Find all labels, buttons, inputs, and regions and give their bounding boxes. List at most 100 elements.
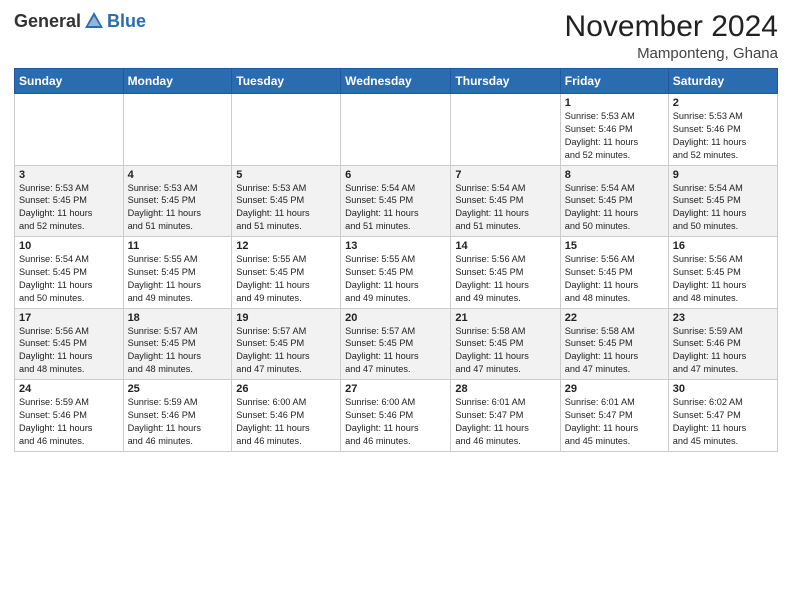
weekday-header: Monday: [123, 69, 232, 94]
logo-icon: [83, 10, 105, 32]
calendar-cell: 2Sunrise: 5:53 AM Sunset: 5:46 PM Daylig…: [668, 94, 777, 166]
day-number: 22: [565, 312, 664, 324]
day-info: Sunrise: 6:01 AM Sunset: 5:47 PM Dayligh…: [455, 396, 555, 448]
calendar-week-row: 3Sunrise: 5:53 AM Sunset: 5:45 PM Daylig…: [15, 165, 778, 237]
day-number: 12: [236, 240, 336, 252]
day-info: Sunrise: 5:57 AM Sunset: 5:45 PM Dayligh…: [345, 325, 446, 377]
day-info: Sunrise: 5:55 AM Sunset: 5:45 PM Dayligh…: [128, 253, 228, 305]
day-number: 8: [565, 169, 664, 181]
day-number: 1: [565, 97, 664, 109]
day-number: 3: [19, 169, 119, 181]
calendar-cell: 24Sunrise: 5:59 AM Sunset: 5:46 PM Dayli…: [15, 380, 124, 452]
day-info: Sunrise: 5:57 AM Sunset: 5:45 PM Dayligh…: [236, 325, 336, 377]
day-number: 20: [345, 312, 446, 324]
day-info: Sunrise: 5:54 AM Sunset: 5:45 PM Dayligh…: [565, 182, 664, 234]
day-number: 13: [345, 240, 446, 252]
day-info: Sunrise: 6:00 AM Sunset: 5:46 PM Dayligh…: [345, 396, 446, 448]
weekday-header: Thursday: [451, 69, 560, 94]
day-number: 27: [345, 383, 446, 395]
calendar-cell: 18Sunrise: 5:57 AM Sunset: 5:45 PM Dayli…: [123, 308, 232, 380]
day-number: 21: [455, 312, 555, 324]
calendar-week-row: 24Sunrise: 5:59 AM Sunset: 5:46 PM Dayli…: [15, 380, 778, 452]
calendar-cell: 22Sunrise: 5:58 AM Sunset: 5:45 PM Dayli…: [560, 308, 668, 380]
day-info: Sunrise: 5:55 AM Sunset: 5:45 PM Dayligh…: [236, 253, 336, 305]
calendar-cell: 11Sunrise: 5:55 AM Sunset: 5:45 PM Dayli…: [123, 237, 232, 309]
day-info: Sunrise: 5:54 AM Sunset: 5:45 PM Dayligh…: [673, 182, 773, 234]
calendar-cell: 14Sunrise: 5:56 AM Sunset: 5:45 PM Dayli…: [451, 237, 560, 309]
calendar-cell: 25Sunrise: 5:59 AM Sunset: 5:46 PM Dayli…: [123, 380, 232, 452]
calendar-cell: 23Sunrise: 5:59 AM Sunset: 5:46 PM Dayli…: [668, 308, 777, 380]
calendar-cell: [341, 94, 451, 166]
calendar-table: SundayMondayTuesdayWednesdayThursdayFrid…: [14, 68, 778, 452]
calendar-cell: 13Sunrise: 5:55 AM Sunset: 5:45 PM Dayli…: [341, 237, 451, 309]
day-info: Sunrise: 5:53 AM Sunset: 5:45 PM Dayligh…: [19, 182, 119, 234]
day-number: 19: [236, 312, 336, 324]
day-number: 23: [673, 312, 773, 324]
day-number: 25: [128, 383, 228, 395]
calendar-cell: 3Sunrise: 5:53 AM Sunset: 5:45 PM Daylig…: [15, 165, 124, 237]
calendar-cell: 4Sunrise: 5:53 AM Sunset: 5:45 PM Daylig…: [123, 165, 232, 237]
calendar-cell: 19Sunrise: 5:57 AM Sunset: 5:45 PM Dayli…: [232, 308, 341, 380]
calendar-cell: 8Sunrise: 5:54 AM Sunset: 5:45 PM Daylig…: [560, 165, 668, 237]
weekday-header: Sunday: [15, 69, 124, 94]
day-number: 11: [128, 240, 228, 252]
day-number: 30: [673, 383, 773, 395]
page: General Blue November 2024 Mamponteng, G…: [0, 0, 792, 612]
day-info: Sunrise: 6:00 AM Sunset: 5:46 PM Dayligh…: [236, 396, 336, 448]
day-info: Sunrise: 5:53 AM Sunset: 5:46 PM Dayligh…: [673, 110, 773, 162]
calendar-cell: 30Sunrise: 6:02 AM Sunset: 5:47 PM Dayli…: [668, 380, 777, 452]
calendar-cell: 21Sunrise: 5:58 AM Sunset: 5:45 PM Dayli…: [451, 308, 560, 380]
calendar-week-row: 10Sunrise: 5:54 AM Sunset: 5:45 PM Dayli…: [15, 237, 778, 309]
title-block: November 2024 Mamponteng, Ghana: [565, 10, 778, 62]
calendar-cell: 7Sunrise: 5:54 AM Sunset: 5:45 PM Daylig…: [451, 165, 560, 237]
day-number: 24: [19, 383, 119, 395]
calendar-cell: [15, 94, 124, 166]
weekday-header: Tuesday: [232, 69, 341, 94]
day-number: 15: [565, 240, 664, 252]
day-number: 4: [128, 169, 228, 181]
logo-blue-text: Blue: [107, 11, 146, 32]
calendar-cell: 16Sunrise: 5:56 AM Sunset: 5:45 PM Dayli…: [668, 237, 777, 309]
day-info: Sunrise: 5:54 AM Sunset: 5:45 PM Dayligh…: [455, 182, 555, 234]
calendar-cell: 20Sunrise: 5:57 AM Sunset: 5:45 PM Dayli…: [341, 308, 451, 380]
day-number: 16: [673, 240, 773, 252]
calendar-cell: [451, 94, 560, 166]
day-number: 2: [673, 97, 773, 109]
day-info: Sunrise: 5:53 AM Sunset: 5:45 PM Dayligh…: [236, 182, 336, 234]
day-info: Sunrise: 5:56 AM Sunset: 5:45 PM Dayligh…: [19, 325, 119, 377]
day-info: Sunrise: 5:56 AM Sunset: 5:45 PM Dayligh…: [565, 253, 664, 305]
calendar-week-row: 1 Sunrise: 5:53 AM Sunset: 5:46 PM Daylig…: [15, 94, 778, 166]
day-number: 28: [455, 383, 555, 395]
calendar-cell: 1Sunrise: 5:53 AM Sunset: 5:46 PM Daylig…: [560, 94, 668, 166]
calendar-cell: 29Sunrise: 6:01 AM Sunset: 5:47 PM Dayli…: [560, 380, 668, 452]
day-number: 10: [19, 240, 119, 252]
calendar-cell: 12Sunrise: 5:55 AM Sunset: 5:45 PM Dayli…: [232, 237, 341, 309]
day-info: Sunrise: 5:59 AM Sunset: 5:46 PM Dayligh…: [128, 396, 228, 448]
calendar-cell: [123, 94, 232, 166]
day-number: 7: [455, 169, 555, 181]
day-number: 5: [236, 169, 336, 181]
day-number: 9: [673, 169, 773, 181]
calendar-cell: [232, 94, 341, 166]
day-info: Sunrise: 5:54 AM Sunset: 5:45 PM Dayligh…: [19, 253, 119, 305]
day-number: 14: [455, 240, 555, 252]
day-info: Sunrise: 6:02 AM Sunset: 5:47 PM Dayligh…: [673, 396, 773, 448]
logo: General Blue: [14, 10, 146, 32]
day-number: 17: [19, 312, 119, 324]
calendar-cell: 28Sunrise: 6:01 AM Sunset: 5:47 PM Dayli…: [451, 380, 560, 452]
calendar-cell: 17Sunrise: 5:56 AM Sunset: 5:45 PM Dayli…: [15, 308, 124, 380]
day-info: Sunrise: 5:53 AM Sunset: 5:45 PM Dayligh…: [128, 182, 228, 234]
weekday-header: Friday: [560, 69, 668, 94]
header: General Blue November 2024 Mamponteng, G…: [14, 10, 778, 62]
day-number: 26: [236, 383, 336, 395]
calendar-cell: 15Sunrise: 5:56 AM Sunset: 5:45 PM Dayli…: [560, 237, 668, 309]
calendar-cell: 10Sunrise: 5:54 AM Sunset: 5:45 PM Dayli…: [15, 237, 124, 309]
day-number: 6: [345, 169, 446, 181]
day-info: Sunrise: 5:59 AM Sunset: 5:46 PM Dayligh…: [19, 396, 119, 448]
day-number: 18: [128, 312, 228, 324]
day-number: 29: [565, 383, 664, 395]
calendar-week-row: 17Sunrise: 5:56 AM Sunset: 5:45 PM Dayli…: [15, 308, 778, 380]
day-info: Sunrise: 5:56 AM Sunset: 5:45 PM Dayligh…: [455, 253, 555, 305]
calendar-cell: 5Sunrise: 5:53 AM Sunset: 5:45 PM Daylig…: [232, 165, 341, 237]
month-title: November 2024: [565, 10, 778, 43]
